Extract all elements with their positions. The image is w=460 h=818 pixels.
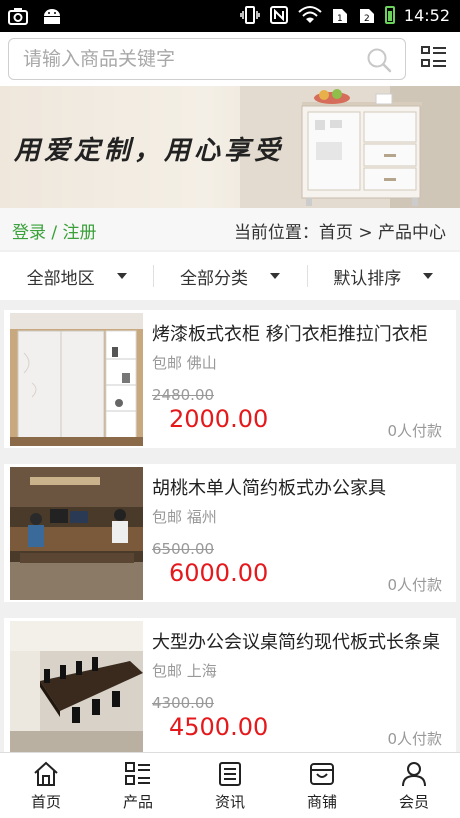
search-box[interactable] bbox=[8, 38, 406, 80]
status-time: 14:52 bbox=[403, 5, 450, 25]
breadcrumb: 当前位置：首页 > 产品中心 bbox=[233, 223, 446, 243]
sim2-signal-icon: 2 bbox=[359, 9, 374, 24]
list-icon bbox=[125, 762, 150, 785]
filter-sort-label: 默认排序 bbox=[333, 268, 402, 289]
nfc-icon bbox=[269, 6, 288, 24]
product-card[interactable]: 烤漆板式衣柜 移门衣柜推拉门衣柜 包邮 佛山 2480.00 2000.00 0… bbox=[4, 310, 456, 448]
filter-region-label: 全部地区 bbox=[26, 268, 95, 289]
product-shipping: 包邮 福州 bbox=[152, 508, 217, 526]
search-header bbox=[0, 32, 460, 86]
product-sold-count: 0人付款 bbox=[387, 576, 442, 594]
product-price: 2000.00 bbox=[169, 405, 269, 433]
tab-products-label: 产品 bbox=[122, 793, 153, 811]
breadcrumb-bar: 登录 / 注册 当前位置：首页 > 产品中心 bbox=[0, 208, 460, 250]
tab-products[interactable]: 产品 bbox=[92, 753, 184, 818]
tab-stores[interactable]: 商铺 bbox=[276, 753, 368, 818]
product-title[interactable]: 胡桃木单人简约板式办公家具 bbox=[152, 474, 444, 500]
home-icon bbox=[34, 761, 58, 786]
caret-down-icon bbox=[116, 273, 127, 279]
tab-member[interactable]: 会员 bbox=[368, 753, 460, 818]
user-icon bbox=[402, 762, 426, 787]
banner-slogan: 用爱定制，用心享受 bbox=[14, 136, 285, 166]
search-icon[interactable] bbox=[365, 46, 393, 74]
news-icon bbox=[219, 762, 241, 786]
product-original-price: 6500.00 bbox=[152, 540, 215, 558]
filter-category-label: 全部分类 bbox=[179, 268, 248, 289]
bottom-tab-bar: 首页 产品 资讯 商铺 会员 bbox=[0, 752, 460, 818]
store-icon bbox=[310, 763, 334, 785]
promo-banner[interactable]: 用爱定制，用心享受 bbox=[0, 86, 460, 208]
filter-bar: 全部地区 全部分类 默认排序 bbox=[0, 252, 460, 300]
tab-news[interactable]: 资讯 bbox=[184, 753, 276, 818]
vibrate-icon bbox=[240, 6, 260, 24]
search-input[interactable] bbox=[9, 39, 359, 79]
tab-home[interactable]: 首页 bbox=[0, 753, 92, 818]
product-sold-count: 0人付款 bbox=[387, 730, 442, 748]
product-price: 4500.00 bbox=[169, 713, 269, 741]
product-card[interactable]: 胡桃木单人简约板式办公家具 包邮 福州 6500.00 6000.00 0人付款 bbox=[4, 464, 456, 602]
android-icon bbox=[44, 9, 60, 24]
svg-text:2: 2 bbox=[364, 14, 370, 24]
product-card[interactable]: 大型办公会议桌简约现代板式长条桌 包邮 上海 4300.00 4500.00 0… bbox=[4, 618, 456, 756]
svg-text:1: 1 bbox=[337, 14, 343, 24]
filter-category[interactable]: 全部分类 bbox=[153, 252, 306, 300]
sim1-signal-icon: 1 bbox=[332, 9, 347, 24]
product-image bbox=[10, 467, 143, 600]
product-shipping: 包邮 佛山 bbox=[152, 354, 217, 372]
tab-member-label: 会员 bbox=[398, 793, 429, 811]
product-title[interactable]: 大型办公会议桌简约现代板式长条桌 bbox=[152, 628, 444, 654]
product-image bbox=[10, 313, 143, 446]
filter-region[interactable]: 全部地区 bbox=[0, 252, 153, 300]
product-title[interactable]: 烤漆板式衣柜 移门衣柜推拉门衣柜 bbox=[152, 320, 444, 346]
tab-news-label: 资讯 bbox=[214, 793, 245, 811]
product-price: 6000.00 bbox=[169, 559, 269, 587]
category-menu-icon[interactable] bbox=[420, 44, 448, 72]
screenshot-icon bbox=[8, 8, 28, 25]
caret-down-icon bbox=[423, 273, 434, 279]
product-sold-count: 0人付款 bbox=[387, 422, 442, 440]
wifi-icon bbox=[298, 6, 322, 23]
product-shipping: 包邮 上海 bbox=[152, 662, 217, 680]
product-original-price: 4300.00 bbox=[152, 694, 215, 712]
tab-stores-label: 商铺 bbox=[306, 793, 337, 811]
tab-home-label: 首页 bbox=[30, 793, 61, 811]
status-bar: 1 2 14:52 bbox=[0, 0, 460, 32]
filter-sort[interactable]: 默认排序 bbox=[306, 252, 460, 300]
caret-down-icon bbox=[269, 273, 280, 279]
product-image bbox=[10, 621, 143, 754]
battery-icon bbox=[384, 6, 395, 24]
product-original-price: 2480.00 bbox=[152, 386, 215, 404]
login-register-link[interactable]: 登录 / 注册 bbox=[12, 218, 97, 243]
